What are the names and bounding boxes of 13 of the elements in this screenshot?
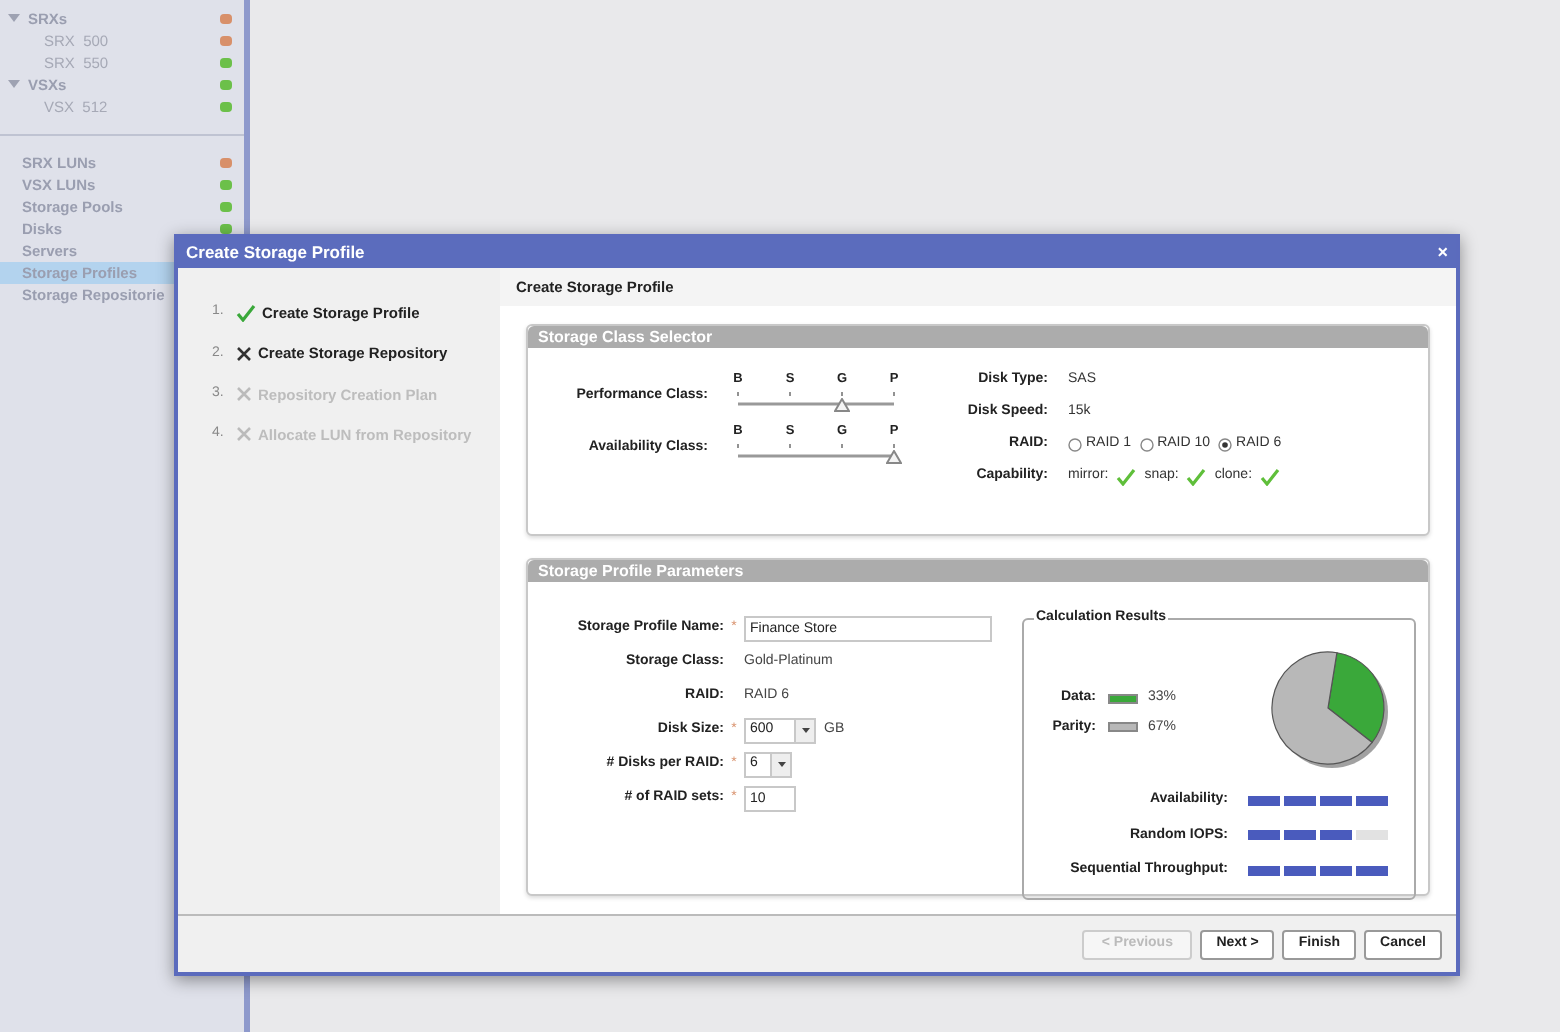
caret-icon <box>801 728 809 734</box>
slider-thumb[interactable] <box>834 397 851 412</box>
section-title: Storage Class Selector <box>538 325 713 349</box>
section-title: Storage Profile Parameters <box>538 559 744 583</box>
dialog-title: Create Storage Profile <box>186 240 365 266</box>
close-button[interactable]: × <box>1437 244 1448 262</box>
radio-button[interactable] <box>1068 437 1082 451</box>
expanded-triangle-icon[interactable] <box>8 13 20 25</box>
caret-icon <box>777 762 785 768</box>
expanded-triangle-icon[interactable] <box>8 79 20 91</box>
slider-thumb[interactable] <box>886 449 902 463</box>
radio-button[interactable] <box>1139 437 1154 451</box>
radio-button[interactable] <box>1218 437 1233 451</box>
